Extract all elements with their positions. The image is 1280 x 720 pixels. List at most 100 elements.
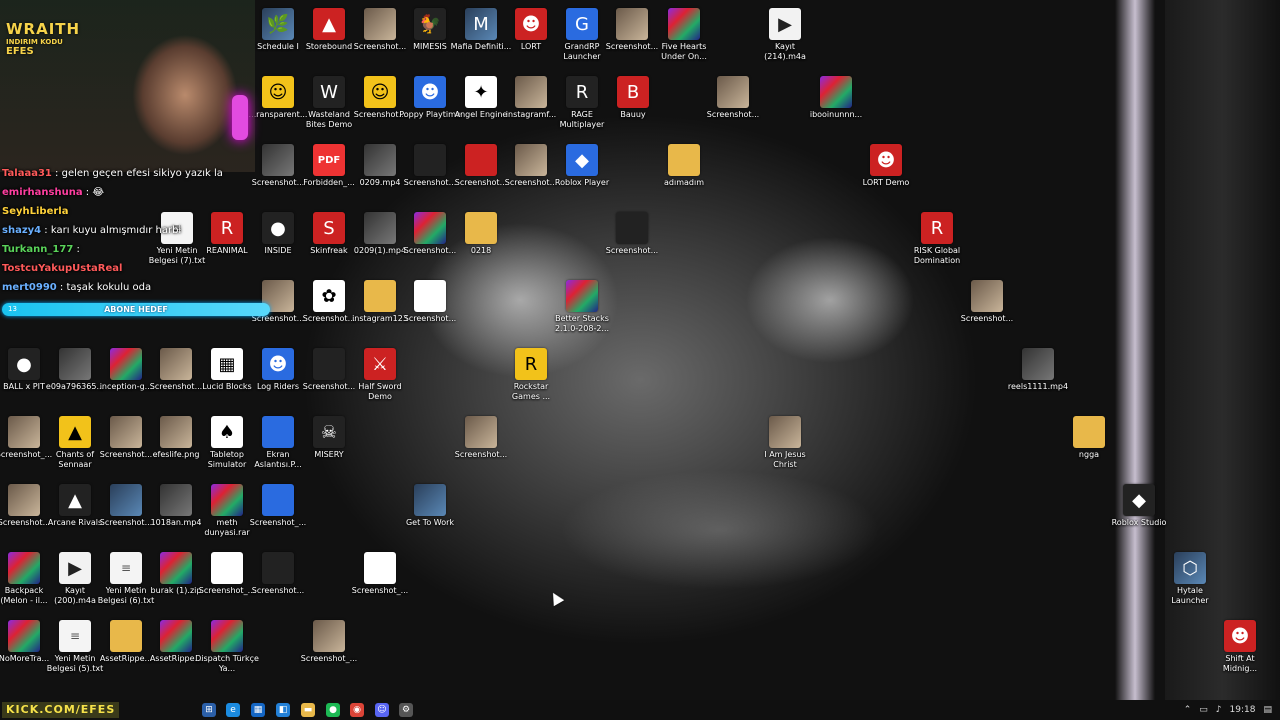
steam-icon[interactable]: ⚙ xyxy=(399,703,413,717)
desktop-icon[interactable]: Screenshot... xyxy=(959,280,1015,324)
file-icon: B xyxy=(617,76,649,108)
file-icon: ⚔ xyxy=(364,348,396,380)
desktop-icon-label: RISK Global Domination xyxy=(913,246,961,265)
discord-icon[interactable]: ☺ xyxy=(375,703,389,717)
file-icon: ▦ xyxy=(211,348,243,380)
chat-text: : 😂 xyxy=(82,187,105,198)
file-icon xyxy=(414,212,446,244)
wallpaper-stripe xyxy=(1115,0,1155,700)
desktop-icon[interactable]: ◆ Roblox Studio xyxy=(1111,484,1167,528)
desktop-icon-label: Screenshot... xyxy=(403,314,457,323)
file-icon: ☻ xyxy=(262,348,294,380)
notification-icon[interactable]: ▤ xyxy=(1263,705,1272,715)
desktop-icon-label: Better Stacks 2.1.0-208-2... xyxy=(554,314,610,333)
desktop-icon[interactable]: R RISK Global Domination xyxy=(909,212,965,266)
volume-icon[interactable]: ♪ xyxy=(1216,705,1222,715)
desktop-icon[interactable]: B Bauuy xyxy=(605,76,661,120)
desktop-icon[interactable]: ☠ MISERY xyxy=(301,416,357,460)
file-icon: ▲ xyxy=(59,416,91,448)
file-explorer-icon[interactable]: ▬ xyxy=(301,703,315,717)
desktop-icon-label: Kayıt (214).m4a xyxy=(764,42,806,61)
desktop-icon-label: Hytale Launcher xyxy=(1171,586,1209,605)
file-icon xyxy=(160,348,192,380)
sponsor-code: EFES xyxy=(6,46,34,57)
desktop-icon[interactable]: Screenshot... xyxy=(402,280,458,324)
file-icon xyxy=(211,620,243,652)
desktop-icon[interactable]: Dispatch Türkçe Ya... xyxy=(195,620,259,674)
network-icon[interactable]: ▭ xyxy=(1199,705,1208,715)
desktop-icon[interactable]: Screenshot... xyxy=(250,552,306,596)
desktop-icon-label: Screenshot... xyxy=(706,110,760,119)
file-icon: M xyxy=(465,8,497,40)
chat-username: Turkann_177 xyxy=(2,244,74,255)
desktop-icon[interactable]: ≡ Yeni Metin Belgesi (6).txt xyxy=(98,552,154,606)
chat-message: TostcuYakupUstaReal xyxy=(2,263,262,275)
chat-message: mert0990 : taşak kokulu oda xyxy=(2,282,262,294)
desktop-icon[interactable]: Screenshot_... xyxy=(301,620,357,664)
desktop-icon[interactable]: ☻ Shift At Midnig... xyxy=(1212,620,1268,674)
spotify-icon[interactable]: ● xyxy=(326,703,340,717)
desktop-icon[interactable]: R RAGE Multiplayer xyxy=(554,76,610,130)
chat-username: shazy4 xyxy=(2,225,42,236)
chat-username: SeyhLiberla xyxy=(2,206,69,217)
sponsor-code-label: INDIRIM KODU xyxy=(6,38,63,46)
desktop-icon[interactable]: 0218 xyxy=(453,212,509,256)
desktop-icon[interactable]: W Wasteland Bites Demo xyxy=(301,76,357,130)
desktop-icon[interactable]: Screenshot_... xyxy=(352,552,408,596)
file-icon xyxy=(414,144,446,176)
file-icon: ☻ xyxy=(870,144,902,176)
file-icon: S xyxy=(313,212,345,244)
desktop-icon[interactable]: Screenshot... xyxy=(453,144,509,188)
desktop-icon[interactable]: I Am Jesus Christ xyxy=(757,416,813,470)
desktop-icon[interactable]: Five Hearts Under On... xyxy=(656,8,712,62)
start-icon[interactable]: ⊞ xyxy=(202,703,216,717)
desktop-icon[interactable]: Get To Work xyxy=(402,484,458,528)
file-icon xyxy=(110,484,142,516)
desktop-icon[interactable]: ☻ LORT Demo xyxy=(858,144,914,188)
desktop-icon[interactable]: Screenshot_... xyxy=(250,484,306,528)
file-icon xyxy=(364,280,396,312)
desktop-icon[interactable]: Better Stacks 2.1.0-208-2... xyxy=(554,280,610,334)
desktop-icon[interactable]: Screenshot... xyxy=(705,76,761,120)
store-icon[interactable]: ▦ xyxy=(251,703,265,717)
vscode-icon[interactable]: ◧ xyxy=(276,703,290,717)
edge-icon[interactable]: e xyxy=(226,703,240,717)
clock[interactable]: 19:18 xyxy=(1230,705,1256,715)
file-icon xyxy=(211,552,243,584)
desktop-icon[interactable]: ≡ Yeni Metin Belgesi (5).txt xyxy=(47,620,103,674)
desktop-icon[interactable]: G GrandRP Launcher xyxy=(554,8,610,62)
desktop-icon-label: Screenshot... xyxy=(251,586,305,595)
desktop-icon[interactable]: ▲ Chants of Sennaar xyxy=(47,416,103,470)
file-icon: ▶ xyxy=(59,552,91,584)
file-icon: ♠ xyxy=(211,416,243,448)
desktop-icon[interactable]: ◆ Roblox Player xyxy=(554,144,610,188)
desktop-icon[interactable]: Ekran Aslantısı.P... xyxy=(250,416,306,470)
chat-text: : xyxy=(73,244,80,255)
system-tray: ⌃ ▭ ♪ 19:18 ▤ xyxy=(1184,700,1272,720)
desktop-icon[interactable]: reels1111.mp4 xyxy=(1008,348,1068,392)
file-icon xyxy=(616,212,648,244)
file-icon xyxy=(313,620,345,652)
chrome-icon[interactable]: ◉ xyxy=(350,703,364,717)
file-icon: W xyxy=(313,76,345,108)
file-icon xyxy=(160,552,192,584)
file-icon xyxy=(971,280,1003,312)
file-icon: ≡ xyxy=(59,620,91,652)
chat-username: Talaaa31 xyxy=(2,168,52,179)
desktop-icon[interactable]: ⚔ Half Sword Demo xyxy=(352,348,408,402)
desktop-icon[interactable]: meth dunyasi.rar xyxy=(199,484,255,538)
chevron-up-icon[interactable]: ⌃ xyxy=(1184,705,1192,715)
desktop-icon[interactable]: ngga xyxy=(1061,416,1117,460)
file-icon: ≡ xyxy=(110,552,142,584)
desktop-icon[interactable]: ⬡ Hytale Launcher xyxy=(1162,552,1218,606)
desktop-icon[interactable]: R Rockstar Games ... xyxy=(503,348,559,402)
desktop-icon[interactable]: adımadım xyxy=(656,144,712,188)
wallpaper-face xyxy=(560,470,880,590)
file-icon: ▶ xyxy=(769,8,801,40)
desktop-icon[interactable]: Screenshot... xyxy=(604,212,660,256)
chat-text: : gelen geçen efesi sikiyo yazık la xyxy=(51,168,223,179)
desktop-icon[interactable]: ibooinunnn... xyxy=(808,76,864,120)
desktop-icon[interactable]: ▶ Kayıt (214).m4a xyxy=(757,8,813,62)
desktop-icon[interactable]: Screenshot... xyxy=(453,416,509,460)
desktop-icon-label: LORT Demo xyxy=(862,178,910,187)
